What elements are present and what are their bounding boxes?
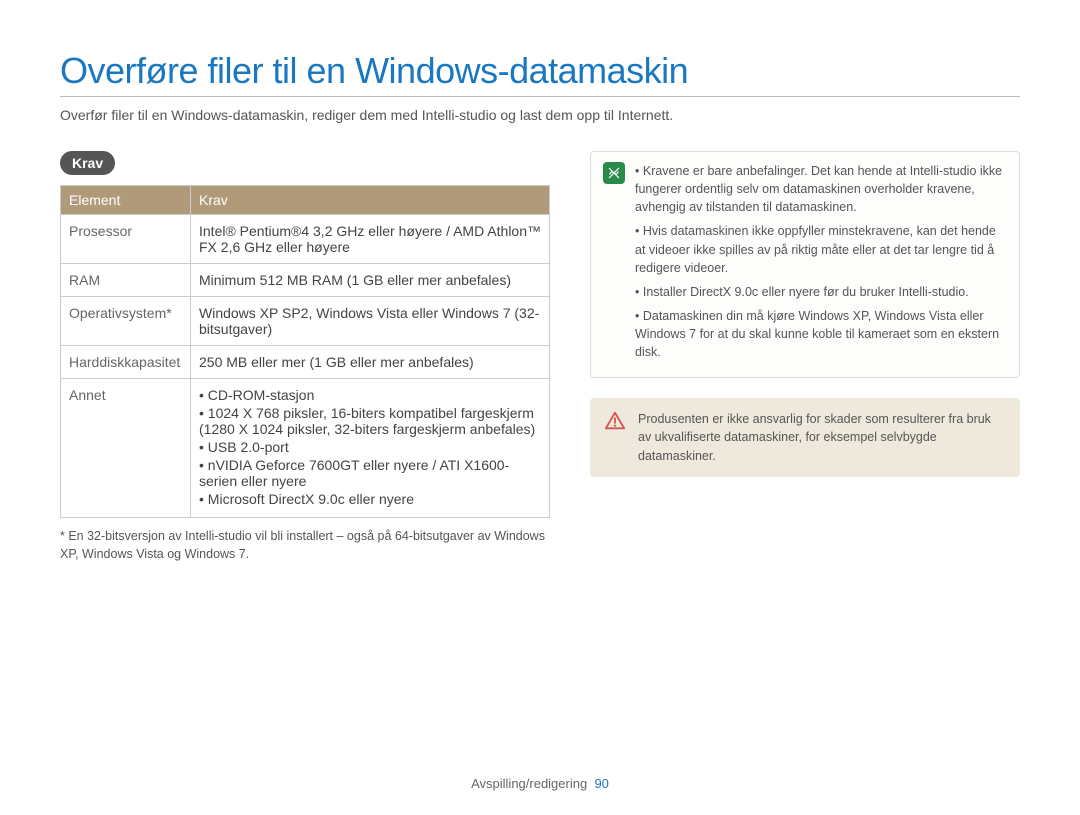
row-value: Intel® Pentium®4 3,2 GHz eller høyere / … bbox=[191, 215, 550, 264]
annet-item: 1024 X 768 piksler, 16-biters kompatibel… bbox=[199, 405, 541, 437]
title-divider bbox=[60, 96, 1020, 97]
warning-text: Produsenten er ikke ansvarlig for skader… bbox=[638, 410, 1006, 464]
footnote-text: * En 32-bitsversjon av Intelli-studio vi… bbox=[60, 528, 550, 563]
note-item: Datamaskinen din må kjøre Windows XP, Wi… bbox=[635, 307, 1007, 361]
row-label: Harddiskkapasitet bbox=[61, 346, 191, 379]
row-label-annet: Annet bbox=[61, 379, 191, 518]
warning-icon bbox=[604, 410, 626, 432]
annet-item: nVIDIA Geforce 7600GT eller nyere / ATI … bbox=[199, 457, 541, 489]
table-row: Harddiskkapasitet 250 MB eller mer (1 GB… bbox=[61, 346, 550, 379]
row-label: RAM bbox=[61, 264, 191, 297]
page-title: Overføre filer til en Windows-datamaskin bbox=[60, 50, 1020, 92]
annet-item: USB 2.0-port bbox=[199, 439, 541, 455]
table-header-krav: Krav bbox=[191, 186, 550, 215]
annet-item: CD-ROM-stasjon bbox=[199, 387, 541, 403]
right-column: Kravene er bare anbefalinger. Det kan he… bbox=[590, 151, 1020, 563]
note-item: Hvis datamaskinen ikke oppfyller minstek… bbox=[635, 222, 1007, 276]
section-label-pill: Krav bbox=[60, 151, 115, 175]
info-note-box: Kravene er bare anbefalinger. Det kan he… bbox=[590, 151, 1020, 378]
row-value: Minimum 512 MB RAM (1 GB eller mer anbef… bbox=[191, 264, 550, 297]
table-header-element: Element bbox=[61, 186, 191, 215]
row-value: 250 MB eller mer (1 GB eller mer anbefal… bbox=[191, 346, 550, 379]
note-item: Installer DirectX 9.0c eller nyere før d… bbox=[635, 283, 1007, 301]
content-columns: Krav Element Krav Prosessor Intel® Penti… bbox=[60, 151, 1020, 563]
table-row: Operativsystem* Windows XP SP2, Windows … bbox=[61, 297, 550, 346]
table-row: RAM Minimum 512 MB RAM (1 GB eller mer a… bbox=[61, 264, 550, 297]
row-label: Operativsystem* bbox=[61, 297, 191, 346]
row-value-annet: CD-ROM-stasjon 1024 X 768 piksler, 16-bi… bbox=[191, 379, 550, 518]
footer-section: Avspilling/redigering bbox=[471, 776, 587, 791]
requirements-table: Element Krav Prosessor Intel® Pentium®4 … bbox=[60, 185, 550, 518]
note-icon bbox=[603, 162, 625, 184]
row-label: Prosessor bbox=[61, 215, 191, 264]
table-row: Annet CD-ROM-stasjon 1024 X 768 piksler,… bbox=[61, 379, 550, 518]
note-item: Kravene er bare anbefalinger. Det kan he… bbox=[635, 162, 1007, 216]
footer-page-number: 90 bbox=[594, 776, 608, 791]
left-column: Krav Element Krav Prosessor Intel® Penti… bbox=[60, 151, 550, 563]
note-list: Kravene er bare anbefalinger. Det kan he… bbox=[635, 162, 1007, 367]
page-footer: Avspilling/redigering 90 bbox=[0, 776, 1080, 791]
table-row: Prosessor Intel® Pentium®4 3,2 GHz eller… bbox=[61, 215, 550, 264]
row-value: Windows XP SP2, Windows Vista eller Wind… bbox=[191, 297, 550, 346]
page-subtitle: Overfør filer til en Windows-datamaskin,… bbox=[60, 107, 1020, 123]
annet-item: Microsoft DirectX 9.0c eller nyere bbox=[199, 491, 541, 507]
warning-box: Produsenten er ikke ansvarlig for skader… bbox=[590, 398, 1020, 476]
